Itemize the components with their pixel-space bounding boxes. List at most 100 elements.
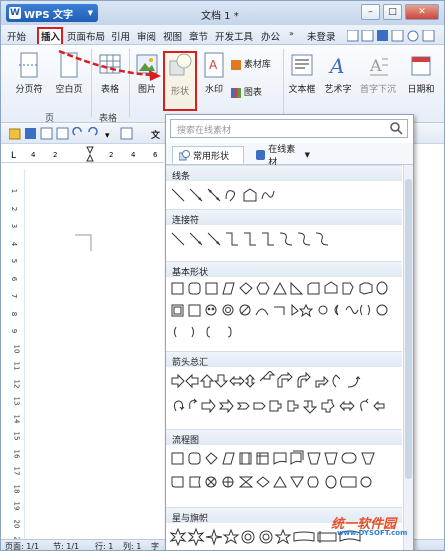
ruler-number: 16 [12,449,21,458]
close-button[interactable]: ✕ [405,4,439,20]
status-page: 页面: 1/1 [5,542,40,551]
ruler-number: 14 [12,414,21,423]
menu-bar: 开始 插入 页面布局 引用 审阅 视图 章节 开发工具 办公 » 未登录 [1,25,444,45]
picture-icon [136,54,158,74]
menu-more-icon[interactable]: » [289,29,294,38]
menu-view[interactable]: 视图 [163,29,182,43]
menu-devtools[interactable]: 开发工具 [215,29,253,43]
search-icon[interactable] [389,121,403,135]
restore-button[interactable]: □ [383,4,402,20]
lines-shapes[interactable] [170,185,400,205]
watermark-url: www.DYSOFT.com [337,529,408,537]
tab-common-shapes[interactable]: 常用形状 [172,146,244,164]
material-lib-icon [231,59,241,70]
chart-button[interactable]: 图表 [231,85,281,98]
doc-tab[interactable]: 文 [151,128,160,141]
category-arrows: 箭头总汇 [166,351,402,368]
svg-text:2: 2 [109,151,113,159]
picture-label: 图片 [137,85,156,95]
textbox-button[interactable]: 文本框 [287,51,317,95]
svg-text:2: 2 [53,151,57,159]
menu-section[interactable]: 章节 [189,29,208,43]
document-title: 文档 1 * [201,11,239,22]
login-status[interactable]: 未登录 [307,29,336,43]
picture-button[interactable]: 图片 [133,51,161,95]
status-row: 行: 1 [95,542,114,551]
svg-text:▾: ▾ [105,131,110,141]
ruler-number: 15 [12,431,21,441]
scrollbar-thumb[interactable] [405,179,412,479]
svg-text:4: 4 [31,151,36,159]
svg-text:A: A [328,54,344,78]
textbox-icon [291,54,313,76]
flowchart-shapes[interactable] [170,449,400,497]
blank-page-label: 空白页 [55,85,83,95]
art-text-button[interactable]: A 艺术字 [321,51,355,95]
drop-cap-label: 首字下沉 [359,85,396,95]
ruler-number: 7 [10,293,19,299]
ruler-number: 19 [12,501,21,511]
drop-cap-icon: A [369,56,388,76]
panel-tabs: 常用形状 在线素材 ▼ [166,143,413,168]
ruler-number: 4 [10,241,19,246]
ruler-number: 6 [10,276,19,281]
ruler-number: 9 [10,328,19,334]
menu-review[interactable]: 审阅 [137,29,156,43]
basic-shapes[interactable] [170,279,400,343]
table-icon [99,54,121,74]
app-name: WPS 文字 [24,9,74,21]
panel-scrollbar[interactable] [403,165,413,550]
group-label-page: 页 [45,114,55,124]
title-bar: W WPS 文字 ▼ 文档 1 * – □ ✕ [1,1,444,25]
material-lib-label: 素材库 [243,60,271,70]
shapes-tab-icon [179,149,190,160]
tab-online-material[interactable]: 在线素材 ▼ [250,145,316,168]
wps-logo-icon: W [9,7,21,19]
date-button[interactable]: 日期和 [401,51,441,95]
chevron-down-icon: ▼ [87,9,93,17]
watermark-button[interactable]: A 水印 [201,51,227,95]
ruler-number: 5 [10,258,19,264]
page-break-label: 分页符 [15,85,43,95]
svg-text:A: A [369,56,382,75]
date-label: 日期和 [407,85,435,95]
menu-layout[interactable]: 页面布局 [67,29,105,43]
online-tab-icon [256,150,266,160]
chart-label: 图表 [243,88,262,98]
ribbon-separator [91,49,92,117]
menu-start[interactable]: 开始 [7,29,26,43]
shape-button-highlight [163,51,197,111]
table-button[interactable]: 表格 [95,51,125,95]
chevron-down-icon: ▼ [304,151,310,159]
menu-office[interactable]: 办公 [261,29,280,43]
ribbon-separator [129,49,130,117]
minimize-button[interactable]: – [361,4,380,20]
document-canvas[interactable] [25,163,165,539]
ruler-number: 2 [10,206,19,211]
status-col: 列: 1 [123,542,142,551]
chart-icon [231,87,241,98]
art-text-label: 艺术字 [324,85,352,95]
search-online-input[interactable]: 搜索在线素材 [170,119,408,138]
group-label-table: 表格 [99,114,118,124]
svg-text:A: A [209,58,218,72]
vertical-ruler: 123456789101112131415161718192021 [9,169,25,545]
drop-cap-button[interactable]: A 首字下沉 [357,51,399,95]
menu-insert[interactable]: 插入 [41,29,60,43]
material-lib-button[interactable]: 素材库 [231,57,281,70]
ruler-number: 8 [10,311,19,316]
status-section: 节: 1/1 [53,542,80,551]
connector-shapes[interactable] [170,229,400,249]
blank-page-icon [60,52,78,78]
table-label: 表格 [100,85,119,95]
arrow-shapes[interactable] [170,371,400,419]
app-menu-button[interactable]: W WPS 文字 ▼ [6,4,98,22]
ruler-number: 12 [12,379,21,388]
svg-text:6: 6 [153,151,158,159]
blank-page-button[interactable]: 空白页 [51,51,87,95]
svg-text:L: L [11,151,16,161]
menu-reference[interactable]: 引用 [111,29,130,43]
watermark-icon: A [204,52,224,78]
ruler-number: 20 [12,519,21,528]
page-break-button[interactable]: 分页符 [11,51,47,95]
